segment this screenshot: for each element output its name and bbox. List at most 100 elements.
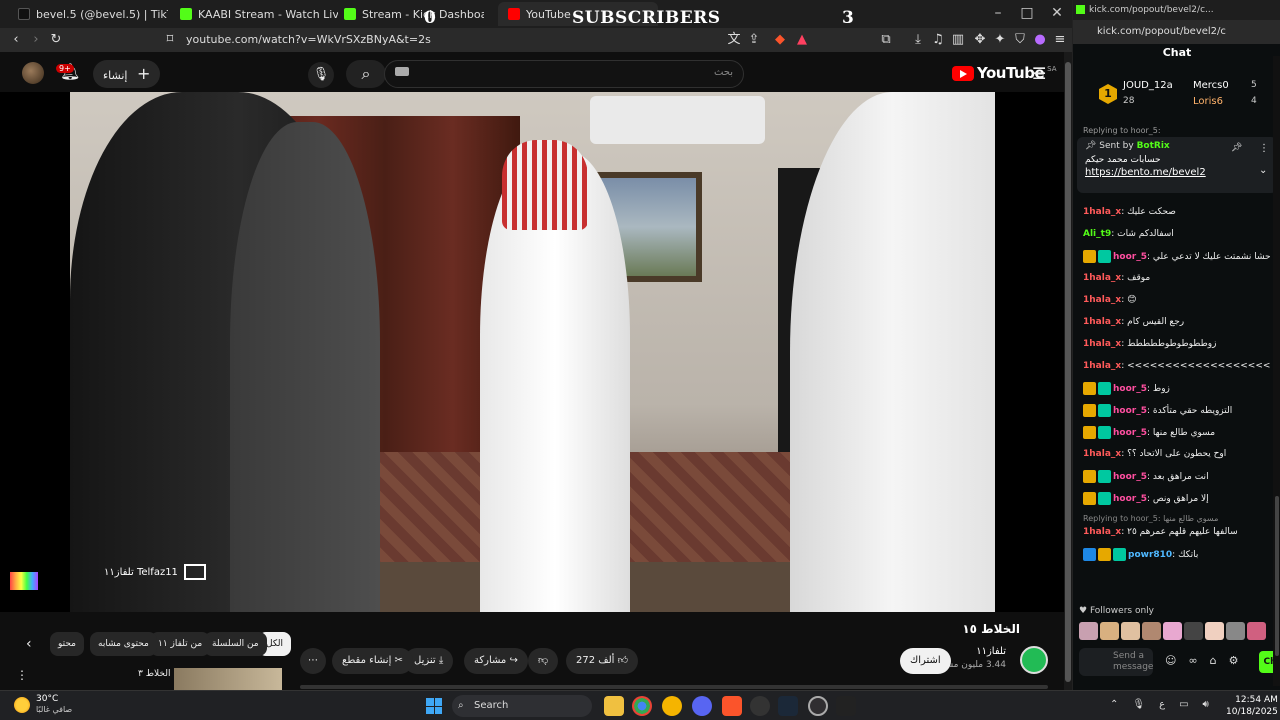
chat-username[interactable]: hoor_5 [1113, 428, 1147, 438]
page-scrollbar[interactable] [1064, 52, 1072, 690]
more-vertical-icon[interactable]: ⋮ [16, 668, 28, 682]
share-icon[interactable]: ⇪ [746, 32, 762, 48]
brave-shield-icon[interactable]: ◆ [772, 32, 788, 48]
app-icon[interactable] [662, 696, 682, 716]
tab-kick-dashboard[interactable]: Stream - Kick Dashboard [334, 2, 484, 26]
pinned-link[interactable]: https://bento.me/bevel2 [1085, 167, 1269, 178]
search-input[interactable]: بحث [384, 60, 744, 88]
kick-chat-tab[interactable]: kick.com/popout/bevel2/c... [1073, 0, 1280, 20]
chat-message[interactable]: 1hala_x: 😊 [1083, 294, 1271, 306]
chevron-down-icon[interactable]: ⌄ [1259, 165, 1267, 176]
chat-input[interactable]: Send a message [1079, 648, 1153, 676]
viewer-avatar[interactable] [1079, 622, 1098, 640]
chrome-icon[interactable] [632, 696, 652, 716]
obs-icon[interactable] [808, 696, 828, 716]
chat-message[interactable]: 1hala_x: صحكت عليك [1083, 206, 1271, 218]
extensions-icon[interactable]: ✥ [972, 32, 988, 48]
volume-icon[interactable]: 🔊︎ [1203, 699, 1209, 710]
viewer-avatar[interactable] [1184, 622, 1203, 640]
channel-avatar[interactable] [1020, 646, 1048, 674]
leader-name[interactable]: JOUD_12a [1123, 80, 1173, 91]
chat-username[interactable]: hoor_5 [1113, 384, 1147, 394]
recommended-video-title[interactable]: الخلاط ٣ [138, 669, 170, 679]
download-icon[interactable]: ⤓ [910, 32, 926, 48]
address-bar[interactable]: youtube.com/watch?v=WkVrSXzBNyA&t=2s [186, 31, 816, 49]
forward-icon[interactable]: › [28, 32, 44, 48]
tab-tiktok[interactable]: bevel.5 (@bevel.5) | TikTok [8, 2, 168, 26]
video-player[interactable] [0, 92, 1064, 612]
chat-message[interactable]: hoor_5: زوط [1083, 382, 1271, 395]
chat-message[interactable]: 1hala_x: موقف [1083, 272, 1271, 284]
leo-icon[interactable]: ✦ [992, 32, 1008, 48]
chevron-left-icon[interactable]: ‹ [26, 636, 32, 652]
chat-message[interactable]: hoor_5: إلا مراهق ونص [1083, 492, 1271, 505]
scroll-thumb[interactable] [1065, 62, 1071, 682]
chat-username[interactable]: 1hala_x [1083, 317, 1121, 327]
infinity-icon[interactable]: ∞ [1188, 654, 1197, 667]
chat-username[interactable]: 1hala_x [1083, 273, 1121, 283]
chat-message-list[interactable]: 1hala_x: صحكت عليك Ali_t9: اسفالدكم شات ho… [1073, 196, 1273, 606]
chat-username[interactable]: 1hala_x [1083, 361, 1121, 371]
dislike-button[interactable]: 👎︎ [528, 648, 559, 674]
chat-message[interactable]: 1hala_x: اوح يحطون على الاتحاد ؟؟ [1083, 448, 1271, 460]
kick-address-bar[interactable]: kick.com/popout/bevel2/c [1073, 20, 1280, 44]
sidebar-icon[interactable]: ▥ [950, 32, 966, 48]
taskbar-search[interactable]: ⌕ Search [452, 695, 592, 717]
recommended-video-thumbnail[interactable] [174, 668, 282, 690]
tab-kick-stream[interactable]: KAABI Stream - Watch Live on Kick [170, 2, 338, 26]
translate-icon[interactable]: 文 [726, 32, 742, 48]
discord-icon[interactable] [692, 696, 712, 716]
chat-username[interactable]: 1hala_x [1083, 449, 1121, 459]
menu-icon[interactable]: ≡ [1052, 32, 1068, 48]
scroll-thumb[interactable] [1275, 496, 1279, 656]
share-button[interactable]: مشاركة ↪ [464, 648, 528, 674]
viewer-avatar[interactable] [1142, 622, 1161, 640]
tab-search-icon[interactable]: ⧉ [878, 32, 894, 48]
back-icon[interactable]: ‹ [8, 32, 24, 48]
viewer-avatar[interactable] [1121, 622, 1140, 640]
chat-message[interactable]: 1hala_x: رجع القيس كام [1083, 316, 1271, 328]
more-actions-button[interactable]: ⋯ [300, 648, 326, 674]
settings-icon[interactable] [750, 696, 770, 716]
close-icon[interactable]: ✕ [1047, 5, 1067, 21]
more-vertical-icon[interactable]: ⋮ [1259, 143, 1269, 154]
viewer-avatar[interactable] [1226, 622, 1245, 640]
viewer-avatar[interactable] [1205, 622, 1224, 640]
chat-username[interactable]: powr810 [1128, 550, 1172, 560]
chat-message[interactable]: hoor_5: بمه حشا نشمتت عليك لا تدعي علي [1083, 250, 1271, 263]
bookmark-icon[interactable]: ⌑ [162, 32, 178, 48]
chevron-up-icon[interactable]: ⌃ [1110, 699, 1118, 710]
chat-message[interactable]: Ali_t9: اسفالدكم شات [1083, 228, 1271, 240]
chat-message[interactable]: 1hala_x: زوططوطوطوططططط [1083, 338, 1271, 350]
chat-message[interactable]: hoor_5: التزويطه حقي متأكدة [1083, 404, 1271, 417]
weather-widget[interactable]: 30°C صافي غالبًا [14, 694, 72, 715]
chat-scrollbar[interactable] [1273, 56, 1280, 686]
chip-from-series[interactable]: من السلسلة [204, 632, 267, 656]
chat-message[interactable]: 1hala_x: <<<<<<<<<<<<<<<<<<<<<<<<<<<<<<<… [1083, 360, 1271, 372]
microphone-icon[interactable]: 🎙︎ [1132, 699, 1145, 710]
chat-username[interactable]: 1hala_x [1083, 295, 1121, 305]
leader-name[interactable]: Mercs0 [1193, 80, 1229, 91]
create-button[interactable]: إنشاء + [93, 60, 161, 88]
chat-message[interactable]: hoor_5: مسوي طالع منها [1083, 426, 1271, 439]
wallet-icon[interactable]: ● [1032, 32, 1048, 48]
viewer-avatar[interactable] [1247, 622, 1266, 640]
viewer-avatar[interactable] [1163, 622, 1182, 640]
chat-username[interactable]: hoor_5 [1113, 472, 1147, 482]
viewer-avatar[interactable] [1100, 622, 1119, 640]
language-indicator[interactable]: ع [1159, 699, 1165, 710]
guide-menu-icon[interactable]: ☰ [1032, 64, 1046, 83]
maximize-icon[interactable]: □ [1017, 5, 1037, 21]
file-explorer-icon[interactable] [604, 696, 624, 716]
chat-message[interactable]: 1hala_x: سالفها عليهم قلهم عمرهم ٢٥ [1083, 526, 1271, 538]
app-icon[interactable] [836, 696, 856, 716]
windows-start-icon[interactable] [426, 698, 442, 714]
chat-message[interactable]: powr810: باتكك [1083, 548, 1271, 561]
chat-username[interactable]: hoor_5 [1113, 252, 1147, 262]
like-button[interactable]: 272 ألف 👍︎ [566, 648, 639, 674]
chip-more[interactable]: محتو [50, 632, 84, 656]
chat-message[interactable]: hoor_5: انت مراهق بعد [1083, 470, 1271, 483]
chat-username[interactable]: hoor_5 [1113, 494, 1147, 504]
minimize-icon[interactable]: – [988, 5, 1008, 21]
monitor-icon[interactable]: ▭ [1179, 699, 1188, 710]
